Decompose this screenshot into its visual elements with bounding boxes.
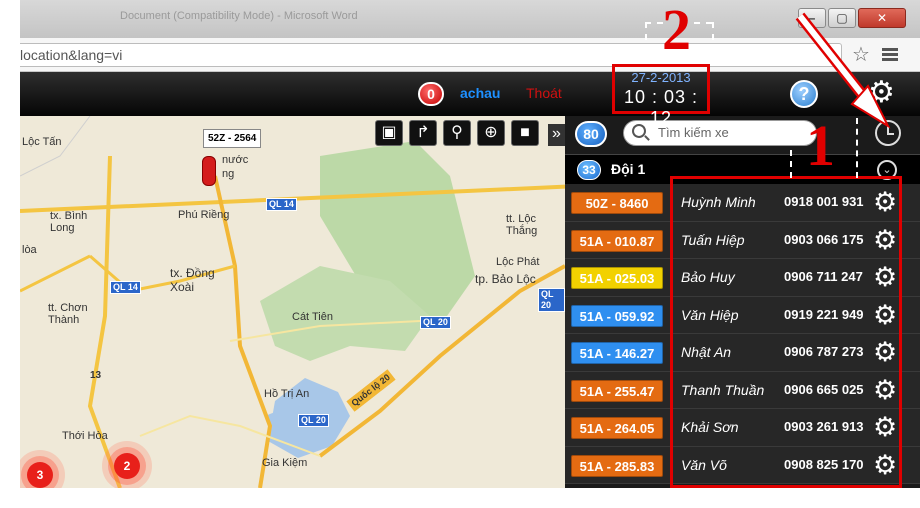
maximize-button[interactable]: ▢ (828, 8, 856, 28)
browser-toolbar: location&lang=vi ☆ (20, 38, 920, 72)
road-label: QL 20 (298, 414, 329, 427)
help-icon[interactable]: ? (790, 80, 818, 108)
marker-cluster[interactable]: 2 (114, 453, 140, 479)
road-label: 13 (90, 370, 102, 381)
plate-badge[interactable]: 51A - 025.03 (571, 267, 663, 289)
minimize-button[interactable]: – (798, 8, 826, 28)
marker-cluster[interactable]: 3 (27, 462, 53, 488)
window-title: Document (Compatibility Mode) - Microsof… (120, 10, 358, 22)
briefcase-icon[interactable]: ▣ (375, 120, 403, 146)
logout-link[interactable]: Thoát (526, 85, 562, 101)
plate-badge[interactable]: 51A - 010.87 (571, 229, 663, 252)
browser-titlebar: Document (Compatibility Mode) - Microsof… (20, 0, 920, 38)
plate-badge[interactable]: 51A - 059.92 (571, 304, 663, 327)
place-label: tp. Bảo Lộc (475, 272, 536, 286)
place-label: Lộc Phát (496, 256, 540, 268)
plate-badge[interactable]: 51A - 264.05 (571, 417, 663, 439)
annotation-box-vehicle-list (670, 176, 902, 488)
current-time: 10 : 03 : 12 (623, 87, 699, 128)
screen: Document (Compatibility Mode) - Microsof… (0, 0, 920, 508)
guide-line (645, 22, 647, 40)
guide-line (790, 150, 792, 178)
annotation-number-1: 1 (806, 113, 835, 178)
vehicle-marker[interactable] (202, 156, 216, 186)
plate-badge[interactable]: 51A - 146.27 (571, 342, 663, 364)
place-label: Thới Hòa (62, 430, 108, 442)
locate-icon[interactable]: ⊕ (477, 120, 505, 146)
share-icon[interactable]: ↱ (409, 120, 437, 146)
guide-line (645, 22, 663, 24)
place-label: Phú Riềng (178, 209, 230, 221)
guide-line (712, 22, 714, 40)
browser-menu-icon[interactable] (882, 48, 898, 62)
place-label: tx. Bình Long (50, 210, 88, 234)
vehicle-tag[interactable]: 52Z - 2564 (203, 129, 262, 148)
app-header: 0 achau Thoát ? ⚙ (20, 72, 920, 116)
road-label: QL 20 (420, 316, 451, 329)
place-label: lòa (22, 244, 37, 256)
place-label: Hồ Trị An (264, 388, 310, 400)
bookmark-star-icon[interactable]: ☆ (852, 44, 870, 66)
annotation-number-2: 2 (662, 0, 691, 62)
zoom-icon[interactable]: ⚲ (443, 120, 471, 146)
settings-gear-icon[interactable]: ⚙ (868, 78, 895, 108)
place-label: Gia Kiệm (262, 457, 308, 469)
place-label: nước (222, 154, 249, 166)
guide-line (856, 118, 858, 178)
clock-display: 27-2-2013 10 : 03 : 12 (612, 64, 710, 128)
group-count-badge: 33 (577, 160, 601, 180)
plate-badge[interactable]: 51A - 255.47 (571, 379, 663, 402)
group-name: Đội 1 (611, 161, 646, 177)
place-label: ng (222, 168, 235, 180)
road-label: QL 14 (266, 198, 297, 211)
address-bar[interactable]: location&lang=vi (20, 43, 842, 67)
place-label: Lộc Tấn (22, 136, 62, 148)
notification-badge[interactable]: 0 (418, 82, 444, 106)
map-view[interactable]: ▣ ↱ ⚲ ⊕ ■ » 52Z - 2564 Lộc Tấn tx. Bình … (20, 116, 565, 488)
current-date: 27-2-2013 (631, 70, 691, 85)
road-label: QL 14 (110, 281, 141, 294)
collapse-map-toggle[interactable]: » (548, 124, 565, 146)
place-label: Cát Tiên (292, 311, 333, 323)
stop-icon[interactable]: ■ (511, 120, 539, 146)
close-button[interactable]: ✕ (858, 8, 906, 28)
place-label: tt. Lộc Thắng (506, 213, 538, 237)
place-label: tx. Đồng Xoài (170, 266, 215, 294)
plate-badge[interactable]: 50Z - 8460 (571, 192, 663, 214)
history-clock-icon[interactable] (875, 120, 901, 146)
plate-badge[interactable]: 51A - 285.83 (571, 454, 663, 477)
guide-line (694, 22, 712, 24)
vehicle-count-badge: 80 (575, 121, 607, 147)
place-label: tt. Chơn Thành (48, 302, 88, 326)
road-label: QL 20 (538, 288, 565, 312)
username-link[interactable]: achau (460, 85, 500, 101)
